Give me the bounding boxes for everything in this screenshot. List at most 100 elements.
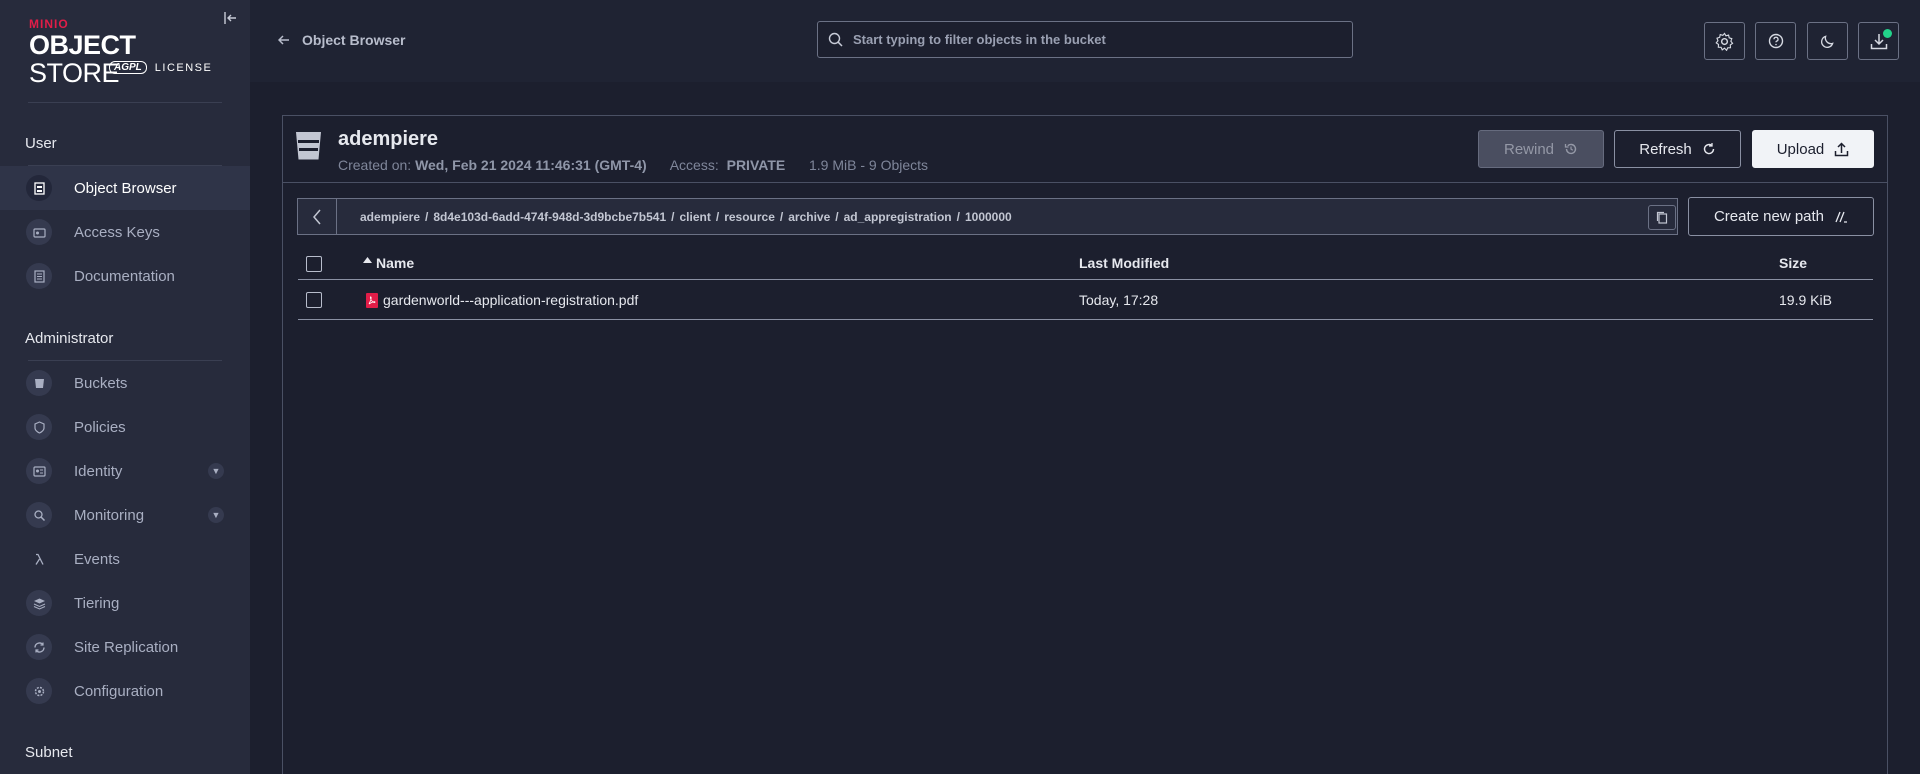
access-keys-icon [26, 219, 52, 245]
minio-logo[interactable]: MINIO OBJECT STORE AGPL LICENSE [29, 17, 229, 87]
agpl-badge: AGPL [109, 61, 147, 74]
bucket-meta: Created on: Wed, Feb 21 2024 11:46:31 (G… [338, 157, 928, 173]
lambda-icon [26, 546, 52, 572]
section-subnet: Subnet [25, 744, 73, 761]
table-header: Name Last Modified Size [298, 246, 1873, 280]
upload-button[interactable]: Upload [1752, 130, 1874, 168]
breadcrumb-item[interactable]: ad_appregistration [844, 210, 952, 224]
gear-icon [26, 678, 52, 704]
rewind-button[interactable]: Rewind [1478, 130, 1604, 168]
access-label: Access: [669, 157, 719, 173]
column-name[interactable]: Name [376, 255, 414, 271]
policy-icon [26, 414, 52, 440]
sidebar: MINIO OBJECT STORE AGPL LICENSE User Obj… [0, 0, 250, 774]
breadcrumb-back-button[interactable] [298, 199, 337, 234]
documentation-icon [26, 263, 52, 289]
breadcrumb-separator: / [671, 210, 675, 224]
back-label: Object Browser [302, 32, 406, 48]
search-box[interactable] [817, 21, 1353, 58]
chevron-down-icon[interactable]: ▼ [208, 507, 224, 523]
breadcrumb-item[interactable]: archive [788, 210, 830, 224]
back-to-object-browser[interactable]: Object Browser [278, 32, 405, 48]
upload-icon [1835, 141, 1849, 156]
column-last-modified[interactable]: Last Modified [1079, 255, 1169, 271]
sidebar-item-events[interactable]: Events [0, 537, 250, 581]
refresh-button[interactable]: Refresh [1614, 130, 1741, 168]
row-checkbox[interactable] [306, 292, 322, 308]
sidebar-item-access-keys[interactable]: Access Keys [0, 210, 250, 254]
moon-icon [1821, 34, 1834, 48]
refresh-icon [1703, 143, 1714, 155]
sidebar-item-monitoring[interactable]: Monitoring ▼ [0, 493, 250, 537]
sidebar-item-configuration[interactable]: Configuration [0, 669, 250, 713]
search-icon [828, 32, 843, 47]
section-administrator: Administrator [25, 330, 114, 347]
copy-icon [1656, 211, 1668, 224]
table-row[interactable]: gardenworld---application-registration.p… [298, 281, 1873, 320]
bucket-icon [296, 132, 321, 160]
sidebar-item-label: Monitoring [74, 506, 145, 524]
breadcrumb-item[interactable]: 8d4e103d-6add-474f-948d-3d9bcbe7b541 [433, 210, 666, 224]
sidebar-item-label: Object Browser [74, 179, 177, 197]
downloads-button[interactable] [1858, 22, 1899, 60]
sidebar-item-documentation[interactable]: Documentation [0, 254, 250, 298]
sidebar-divider [28, 102, 222, 103]
breadcrumb-separator: / [835, 210, 839, 224]
column-size[interactable]: Size [1779, 255, 1807, 271]
notification-dot [1883, 29, 1892, 38]
new-path-icon [1835, 211, 1848, 223]
sidebar-item-policies[interactable]: Policies [0, 405, 250, 449]
sidebar-item-label: Identity [74, 462, 123, 480]
pdf-file-icon [366, 293, 378, 308]
settings-button[interactable] [1704, 22, 1745, 60]
arrow-left-icon [278, 35, 289, 45]
help-button[interactable] [1755, 22, 1796, 60]
chevron-down-icon[interactable]: ▼ [208, 463, 224, 479]
sidebar-item-site-replication[interactable]: Site Replication [0, 625, 250, 669]
breadcrumb-item[interactable]: client [680, 210, 711, 224]
breadcrumb-item[interactable]: adempiere [360, 210, 420, 224]
search-input[interactable] [853, 32, 1333, 47]
refresh-label: Refresh [1639, 140, 1692, 158]
license-label: LICENSE [154, 61, 213, 74]
logo-minio-text: MINIO [29, 17, 69, 31]
sidebar-item-label: Site Replication [74, 638, 179, 656]
monitoring-icon [26, 502, 52, 528]
section-user: User [25, 135, 57, 152]
sidebar-item-identity[interactable]: Identity ▼ [0, 449, 250, 493]
select-all-checkbox[interactable] [306, 256, 322, 272]
created-value: Wed, Feb 21 2024 11:46:31 (GMT-4) [415, 157, 647, 173]
sidebar-item-tiering[interactable]: Tiering [0, 581, 250, 625]
breadcrumb-path: adempiere / 8d4e103d-6add-474f-948d-3d9bcb… [360, 210, 1012, 224]
breadcrumb-separator: / [956, 210, 960, 224]
help-icon [1768, 33, 1783, 49]
sidebar-item-label: Events [74, 550, 120, 568]
breadcrumb: adempiere / 8d4e103d-6add-474f-948d-3d9bcb… [297, 198, 1678, 235]
replication-icon [26, 634, 52, 660]
gear-icon [1715, 31, 1734, 51]
upload-label: Upload [1776, 140, 1825, 158]
sidebar-item-label: Access Keys [74, 223, 160, 241]
bucket-summary: 1.9 MiB - 9 Objects [809, 157, 929, 173]
dark-mode-button[interactable] [1807, 22, 1848, 60]
breadcrumb-item[interactable]: resource [724, 210, 775, 224]
sidebar-item-buckets[interactable]: Buckets [0, 361, 250, 405]
bucket-name: adempiere [338, 128, 439, 150]
file-name[interactable]: gardenworld---application-registration.p… [383, 292, 638, 308]
file-size: 19.9 KiB [1779, 292, 1832, 308]
copy-path-button[interactable] [1648, 205, 1676, 230]
sort-asc-icon[interactable] [363, 257, 372, 263]
logo-object-text: OBJECT [29, 30, 136, 60]
create-new-path-button[interactable]: Create new path [1688, 197, 1874, 236]
access-value: PRIVATE [726, 157, 786, 173]
collapse-sidebar-icon[interactable] [224, 11, 240, 27]
logo-object-store-text: OBJECT STORE [29, 31, 229, 87]
sidebar-item-label: Tiering [74, 594, 120, 612]
breadcrumb-item[interactable]: 1000000 [965, 210, 1012, 224]
object-browser-icon [26, 175, 52, 201]
breadcrumb-separator: / [779, 210, 784, 224]
breadcrumb-separator: / [715, 210, 720, 224]
rewind-label: Rewind [1503, 140, 1555, 158]
breadcrumb-separator: / [425, 210, 429, 224]
sidebar-item-object-browser[interactable]: Object Browser [0, 166, 250, 210]
